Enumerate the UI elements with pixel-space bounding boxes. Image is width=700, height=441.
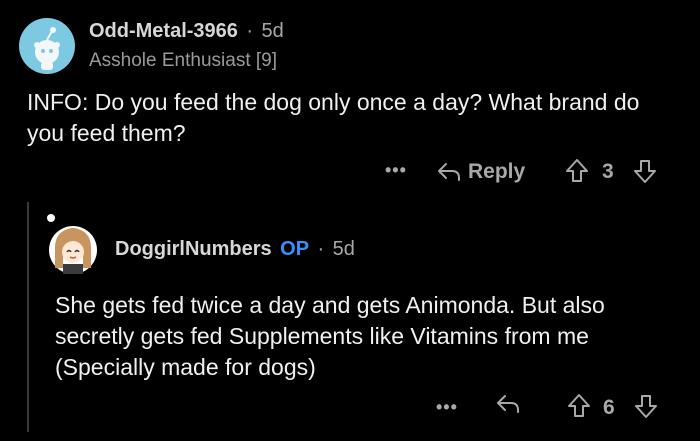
user-flair: Asshole Enthusiast [9] [89, 50, 277, 71]
reply-vote-score: 6 [603, 396, 615, 419]
snoo-avatar-icon [19, 18, 75, 74]
thread-line[interactable] [27, 202, 29, 432]
reply-downvote-button[interactable] [633, 393, 659, 424]
vote-score: 3 [602, 160, 614, 183]
reply-body: She gets fed twice a day and gets Animon… [55, 292, 605, 380]
reply-button[interactable]: Reply [436, 158, 525, 186]
upvote-arrow-icon [566, 159, 588, 182]
upvote-arrow-icon [568, 394, 590, 417]
anime-girl-avatar-icon [47, 214, 97, 274]
reply-username[interactable]: DoggirlNumbers [115, 238, 272, 260]
op-badge: OP [280, 238, 310, 260]
reply-arrow-icon [438, 163, 460, 181]
downvote-arrow-icon [635, 395, 657, 418]
reply-upvote-button[interactable] [566, 393, 592, 424]
reply-reply-button[interactable] [495, 393, 521, 420]
downvote-button[interactable] [632, 158, 658, 189]
reply-label: Reply [468, 160, 526, 183]
reply-separator: · [317, 238, 325, 260]
comment-header: Odd-Metal-3966 · 5d [89, 20, 284, 43]
reply-arrow-icon [497, 395, 519, 413]
avatar[interactable] [19, 18, 75, 74]
reply-avatar[interactable] [45, 212, 101, 276]
reply-header: DoggirlNumbers OP · 5d [115, 238, 355, 261]
reply-age: 5d [332, 238, 355, 260]
upvote-button[interactable] [564, 158, 590, 189]
comment-separator: · [246, 20, 254, 42]
comment-body: INFO: Do you feed the dog only once a da… [27, 89, 640, 146]
reply-more-options-button[interactable]: ••• [436, 397, 458, 418]
comment-age: 5d [261, 20, 284, 42]
comment-username[interactable]: Odd-Metal-3966 [89, 20, 238, 42]
downvote-arrow-icon [634, 160, 656, 183]
more-options-button[interactable]: ••• [385, 160, 407, 181]
